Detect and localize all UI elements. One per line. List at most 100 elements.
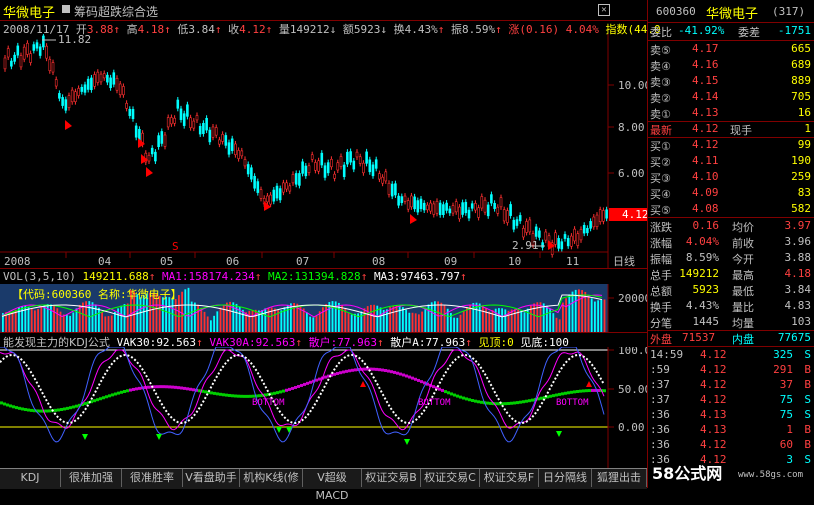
kdj-hist-block [405,374,408,378]
volume-bar [101,311,103,333]
volume-bar [558,319,561,333]
kdj-hist-block [57,408,60,412]
candle-body [563,234,567,239]
volume-bar [414,313,417,333]
candle-body [118,83,122,96]
tick-time: :36 [650,408,670,421]
indicator-title[interactable]: 筹码超跌综合选 [74,3,158,20]
kdj-panel[interactable]: 能发现主力的KDJ公式 VAK30:92.563↑ VAK30A:92.563↑… [0,332,647,469]
kdj-hist-block [9,404,12,408]
dropdown-icon[interactable] [62,5,70,13]
candle-body [26,42,29,55]
volume-bar [72,312,75,333]
tab-quanzheng-b[interactable]: 权证交易B [362,469,421,487]
candle-body [422,202,426,211]
sell-level-label: 卖⑤ [650,44,671,57]
tab-v-kanpan[interactable]: V看盘助手 [183,469,240,487]
candle-body [237,150,240,159]
kdj-hist-block [228,393,231,397]
buy-row[interactable]: 买④ 4.09 83 [648,186,814,202]
candle-body [365,151,368,164]
candle-body [451,205,455,214]
candle-body [189,117,192,128]
tab-hengzhun-jiaqiang[interactable]: 很准加强 [61,469,122,487]
kdj-hist-block [234,394,237,398]
ma2-value: 131394.828 [294,270,361,283]
x-label-07: 07 [296,255,309,268]
kdj-hist-block [582,389,585,393]
candle-body [269,194,272,205]
tab-quanzheng-c[interactable]: 权证交易C [421,469,480,487]
sell-row[interactable]: 卖① 4.13 16 [648,106,814,122]
candle-body [579,229,583,241]
kdj-hist-block [132,387,135,391]
stat-label-2: 前收 [732,237,754,250]
sell-row[interactable]: 卖⑤ 4.17 665 [648,42,814,58]
volume-bar [466,307,468,333]
candle-body [218,139,221,145]
tab-rifen-gexian[interactable]: 日分隔线 [539,469,592,487]
tab-v-macd[interactable]: V超级MACD [303,469,362,502]
tab-hengzhun-shenglv[interactable]: 很准胜率 [122,469,183,487]
tick-row: :37 4.12 37 B [648,378,814,393]
tab-huli-chuji[interactable]: 狐狸出击 [592,469,647,487]
kdj-hist-block [441,388,444,392]
kdj-hist-block [375,367,378,371]
buy-row[interactable]: 买② 4.11 190 [648,154,814,170]
candle-body [429,202,432,212]
price-chart[interactable]: 10.00 8.00 6.00 4.12 11.82 2.91 S 2008 0… [0,34,647,268]
candle-body [160,131,164,144]
candle-body [544,231,548,241]
volume-bar [315,315,318,333]
candle-body [112,72,116,85]
vol-tick-200000: 200000 [618,292,647,305]
code-name-text: 【代码:600360 名称:华微电子】 [12,287,182,301]
buy-vol: 582 [791,202,811,215]
period-label[interactable]: 日线 [613,254,635,268]
kdj-hist-block [39,409,42,413]
sell-row[interactable]: 卖② 4.14 705 [648,90,814,106]
volume-bar [523,312,526,333]
tab-jigou-kline[interactable]: 机构K线(修 [240,469,303,487]
buy-row[interactable]: 买⑤ 4.08 582 [648,202,814,218]
candle-body [368,159,372,173]
candle-body [298,173,301,186]
tab-kdj[interactable]: KDJ [0,469,61,487]
candle-body [93,74,96,87]
stat-value-1: 8.59% [685,251,719,264]
kdj-hist-block [525,399,528,403]
kdj-hist-block [447,391,450,395]
candle-body [154,151,157,162]
candle-body [438,202,442,216]
sell-arrows-kdj [360,381,592,387]
volume-bar [542,303,545,333]
buy-row[interactable]: 买③ 4.10 259 [648,170,814,186]
candle-body [525,221,528,233]
volume-bar [360,311,363,333]
buy-row[interactable]: 买① 4.12 99 [648,138,814,154]
candle-body [170,117,173,125]
volume-bar [219,307,222,333]
stock-name[interactable]: 华微电子 [3,2,55,21]
ma3-label: MA3: [373,270,401,283]
candle-body [122,86,125,96]
volume-bar [123,304,126,333]
candle-body [374,159,378,169]
kdj-hist-block [564,391,567,395]
stats-row: 涨幅 4.04% 前收 3.96 [648,235,814,251]
volume-panel[interactable]: VOL(3,5,10) 149211.688↑ MA1:158174.234↑ … [0,268,647,333]
close-icon[interactable]: ✕ [598,4,610,16]
kdj-hist-block [135,387,138,391]
stat-value-2: 3.97 [784,219,812,232]
volume-bar [421,311,423,333]
chart-area[interactable]: 华微电子 筹码超跌综合选 ✕ 2008/11/17 开3.88↑ 高4.18↑ … [0,0,661,502]
weibi-label: 委比 [650,26,672,39]
tick-vol: 1 [786,423,793,436]
volume-bar [43,304,46,333]
candle-body [384,171,388,182]
sell-row[interactable]: 卖③ 4.15 889 [648,74,814,90]
kdj-hist-block [345,369,348,373]
tab-quanzheng-f[interactable]: 权证交易F [480,469,539,487]
candle-body [3,57,7,70]
sell-row[interactable]: 卖④ 4.16 689 [648,58,814,74]
